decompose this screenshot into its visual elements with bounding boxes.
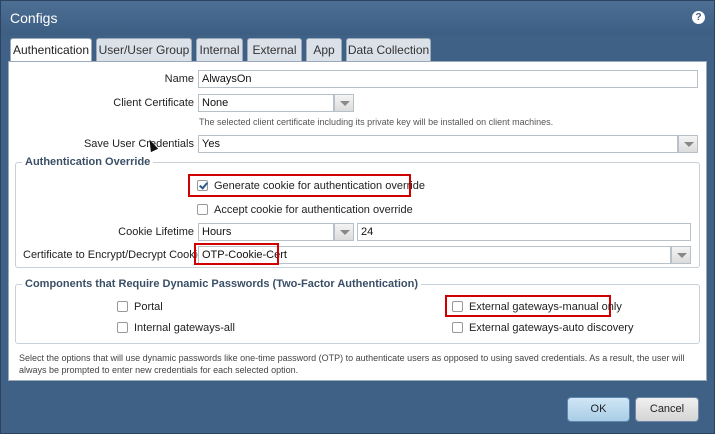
- client-certificate-dropdown-button[interactable]: [334, 94, 354, 112]
- tab-external[interactable]: External: [247, 38, 302, 61]
- dynamic-passwords-title: Components that Require Dynamic Password…: [22, 278, 421, 290]
- internal-gateways-label: Internal gateways-all: [134, 322, 235, 334]
- tab-authentication[interactable]: Authentication: [10, 38, 92, 62]
- cookie-lifetime-dropdown-button[interactable]: [334, 223, 354, 241]
- cookie-certificate-label: Certificate to Encrypt/Decrypt Cookie: [23, 249, 204, 261]
- external-auto-checkbox[interactable]: [452, 322, 463, 333]
- portal-checkbox[interactable]: [117, 301, 128, 312]
- name-label: Name: [164, 73, 194, 85]
- save-credentials-select[interactable]: Yes: [198, 135, 678, 153]
- internal-gateways-checkbox[interactable]: [117, 322, 128, 333]
- client-certificate-select[interactable]: None: [198, 94, 334, 112]
- save-credentials-dropdown-button[interactable]: [678, 135, 698, 153]
- generate-cookie-label: Generate cookie for authentication overr…: [214, 180, 425, 192]
- highlight-cookie-certificate: [194, 243, 279, 265]
- client-certificate-hint: The selected client certificate includin…: [199, 117, 554, 127]
- chevron-down-icon: [340, 101, 350, 106]
- chevron-down-icon: [677, 253, 687, 258]
- generate-cookie-checkbox[interactable]: [197, 180, 208, 191]
- ok-button[interactable]: OK: [567, 397, 630, 422]
- tab-app[interactable]: App: [306, 38, 342, 61]
- save-credentials-label: Save User Credentials: [83, 138, 194, 150]
- portal-label: Portal: [134, 301, 163, 313]
- external-manual-checkbox[interactable]: [452, 301, 463, 312]
- cookie-lifetime-label: Cookie Lifetime: [118, 226, 194, 238]
- dynamic-passwords-note: Select the options that will use dynamic…: [19, 353, 685, 375]
- tab-internal[interactable]: Internal: [196, 38, 243, 61]
- external-manual-label: External gateways-manual only: [469, 301, 622, 313]
- chevron-down-icon: [684, 142, 694, 147]
- accept-cookie-label: Accept cookie for authentication overrid…: [214, 204, 413, 216]
- dialog-title: Configs: [10, 10, 58, 26]
- title-bar: Configs ?: [1, 1, 714, 35]
- authentication-override-title: Authentication Override: [22, 156, 154, 168]
- help-icon[interactable]: ?: [692, 11, 705, 24]
- tab-data-collection[interactable]: Data Collection: [346, 38, 431, 61]
- external-auto-label: External gateways-auto discovery: [469, 322, 634, 334]
- chevron-down-icon: [340, 230, 350, 235]
- cookie-lifetime-unit-select[interactable]: Hours: [198, 223, 334, 241]
- cancel-button[interactable]: Cancel: [635, 397, 699, 422]
- cookie-certificate-dropdown-button[interactable]: [671, 246, 691, 264]
- configs-dialog: Configs ? Authentication User/User Group…: [0, 0, 715, 434]
- accept-cookie-checkbox[interactable]: [197, 204, 208, 215]
- tab-user-group[interactable]: User/User Group: [96, 38, 192, 61]
- client-certificate-label: Client Certificate: [113, 97, 194, 109]
- cookie-lifetime-input[interactable]: 24: [357, 223, 691, 241]
- name-input[interactable]: AlwaysOn: [198, 70, 698, 88]
